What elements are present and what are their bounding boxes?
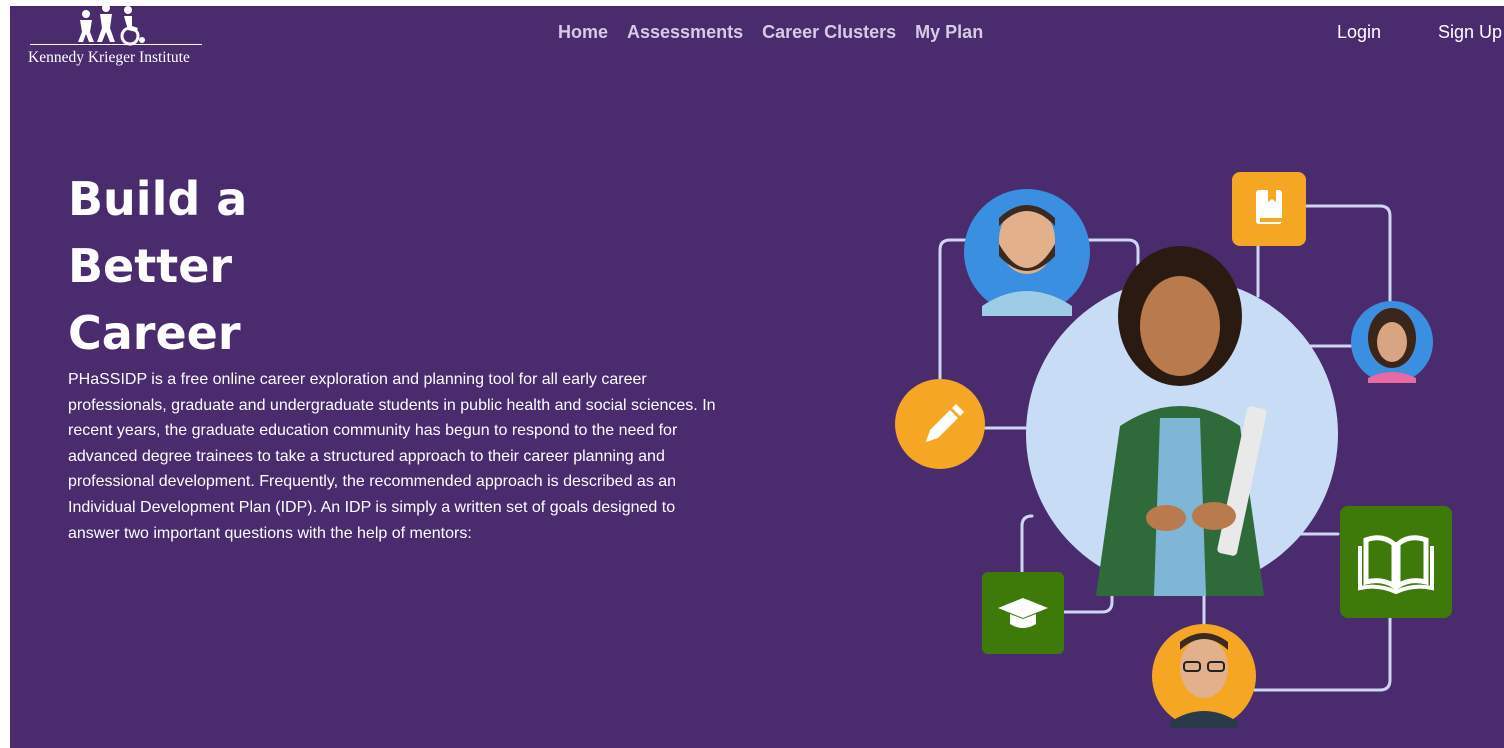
nav-assessments[interactable]: Assessments — [627, 22, 743, 43]
book-icon — [1232, 172, 1306, 246]
hero-description: PHaSSIDP is a free online career explora… — [68, 371, 716, 542]
logo-text: Kennedy Krieger Institute — [28, 49, 190, 66]
nav-my-plan[interactable]: My Plan — [915, 22, 983, 43]
page-frame: Kennedy Krieger Institute Home Assessmen… — [10, 6, 1504, 748]
hero-illustration — [870, 156, 1490, 748]
signup-link[interactable]: Sign Up — [1438, 22, 1502, 43]
logo-figures-icon — [78, 6, 145, 46]
nav-home[interactable]: Home — [558, 22, 608, 43]
graduation-cap-icon — [982, 572, 1064, 654]
open-book-icon — [1340, 506, 1452, 618]
hero-title: Build a Better Career — [68, 172, 248, 360]
main-nav: Home Assessments Career Clusters My Plan — [558, 22, 983, 43]
avatar-woman-right — [1351, 301, 1433, 383]
avatar-man-top — [964, 189, 1090, 316]
nav-career-clusters[interactable]: Career Clusters — [762, 22, 896, 43]
kennedy-krieger-logo[interactable]: Kennedy Krieger Institute — [28, 6, 204, 68]
login-link[interactable]: Login — [1337, 22, 1381, 43]
logo-divider — [30, 44, 202, 45]
pencil-icon — [895, 379, 985, 469]
avatar-man-bottom — [1152, 624, 1256, 728]
